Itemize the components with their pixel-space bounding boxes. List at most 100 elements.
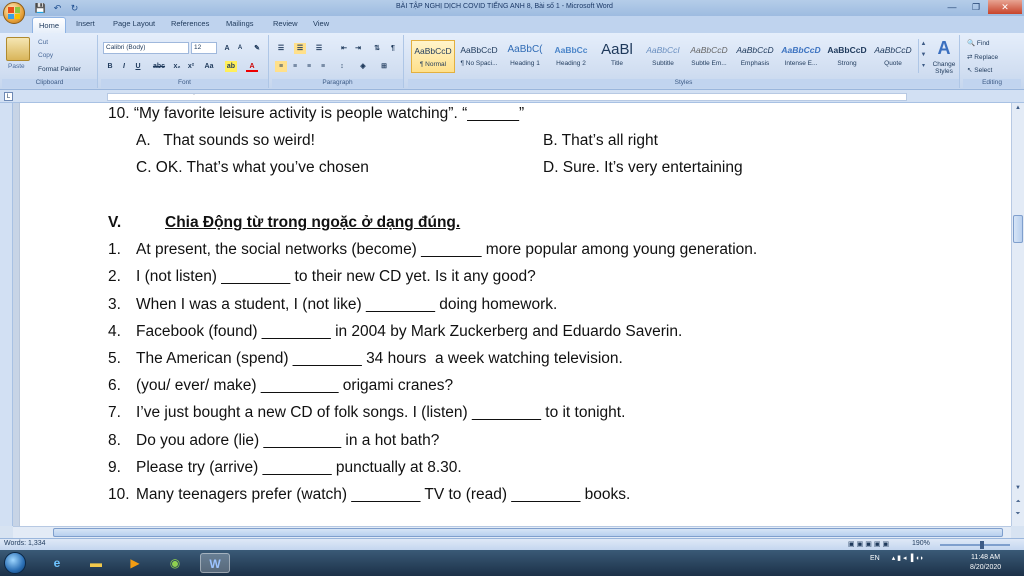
redo-icon[interactable]: ↻ (68, 2, 81, 14)
superscript-icon[interactable]: x² (185, 61, 197, 72)
folder-icon[interactable]: ▬ (81, 553, 111, 573)
item-text: Do you adore (lie) _________ in a hot ba… (136, 432, 440, 449)
tab-references[interactable]: References (171, 19, 209, 28)
undo-icon[interactable]: ↶ (51, 2, 64, 14)
font-name-combo[interactable]: Calibri (Body) (103, 42, 189, 54)
tab-review[interactable]: Review (273, 19, 298, 28)
option-c: C. OK. That’s what you’ve chosen (136, 159, 369, 176)
highlight-icon[interactable]: ab (225, 61, 237, 72)
language-indicator[interactable]: EN (870, 555, 880, 562)
select-button[interactable]: ↖ Select (967, 66, 992, 74)
style-emphasis[interactable]: AaBbCcD Emphasis (733, 40, 777, 73)
change-case-icon[interactable]: Aa (201, 61, 217, 72)
next-page-icon[interactable]: ⏷ (1013, 509, 1023, 520)
scroll-down-icon[interactable]: ▼ (1013, 483, 1023, 494)
vertical-scroll-thumb[interactable] (1013, 215, 1023, 243)
bullets-icon[interactable]: ☰ (275, 43, 287, 54)
previous-page-icon[interactable]: ⏶ (1013, 497, 1023, 508)
item-text: Many teenagers prefer (watch) ________ T… (136, 486, 631, 503)
tab-page-layout[interactable]: Page Layout (113, 19, 155, 28)
underline-icon[interactable]: U (132, 61, 144, 72)
item-text: Please try (arrive) ________ punctually … (136, 459, 462, 476)
style-intense-emphasis[interactable]: AaBbCcD Intense E... (779, 40, 823, 73)
save-icon[interactable]: 💾 (34, 2, 47, 14)
tab-view[interactable]: View (313, 19, 329, 28)
align-right-icon[interactable]: ≡ (303, 61, 315, 72)
format-painter-button[interactable]: Format Painter (38, 66, 81, 73)
style-heading-1[interactable]: AaBbC( Heading 1 (503, 40, 547, 73)
change-styles-button[interactable]: Change Styles (928, 61, 960, 75)
question-10-previous: 10. “My favorite leisure activity is peo… (108, 105, 525, 122)
strikethrough-icon[interactable]: abc (151, 61, 167, 72)
style-normal[interactable]: AaBbCcD ¶ Normal (411, 40, 455, 73)
tab-home[interactable]: Home (32, 17, 67, 33)
close-button[interactable]: ✕ (988, 0, 1022, 14)
tab-insert[interactable]: Insert (76, 19, 95, 28)
horizontal-ruler: L · (0, 90, 1024, 103)
zoom-slider[interactable] (940, 541, 1010, 549)
copy-button[interactable]: Copy (38, 52, 53, 59)
document-page[interactable]: 10. “My favorite leisure activity is peo… (19, 103, 1011, 526)
change-styles-icon[interactable]: A (932, 38, 956, 58)
office-button[interactable] (3, 2, 25, 24)
style-quote[interactable]: AaBbCcD Quote (871, 40, 915, 73)
paste-icon[interactable] (6, 37, 30, 61)
item-number: 5. (108, 350, 121, 367)
replace-button[interactable]: ⇄ Replace (967, 53, 998, 61)
clear-format-icon[interactable]: ✎ (251, 43, 263, 54)
line-spacing-icon[interactable]: ↕ (336, 61, 348, 72)
app-icon[interactable]: ◉ (160, 553, 190, 573)
style-subtitle[interactable]: AaBbCcI Subtitle (641, 40, 685, 73)
style-subtle-emphasis[interactable]: AaBbCcD Subtle Em... (687, 40, 731, 73)
start-button[interactable] (4, 552, 26, 574)
style-heading-2[interactable]: AaBbCc Heading 2 (549, 40, 593, 73)
system-tray: EN ▴ ▮ ◂ ▐ ◖◗ (870, 554, 924, 562)
item-text: (you/ ever/ make) _________ origami cran… (136, 377, 454, 394)
paste-button[interactable]: Paste (8, 63, 25, 70)
justify-icon[interactable]: ≡ (317, 61, 329, 72)
align-left-icon[interactable]: ≡ (275, 61, 287, 72)
decrease-indent-icon[interactable]: ⇤ (338, 43, 350, 54)
scroll-up-icon[interactable]: ▲ (1013, 103, 1023, 114)
view-buttons-icon[interactable]: ▣▣▣▣▣ (848, 540, 891, 548)
editing-group: 🔍 Find ⇄ Replace ↖ Select Editing (963, 35, 1021, 88)
shrink-font-icon[interactable]: A (234, 43, 246, 54)
cut-button[interactable]: Cut (38, 39, 48, 46)
show-formatting-icon[interactable]: ¶ (387, 43, 399, 54)
tab-selector[interactable]: L (4, 92, 13, 101)
font-size-combo[interactable]: 12 (191, 42, 217, 54)
font-color-icon[interactable]: A (246, 61, 258, 72)
horizontal-scrollbar[interactable] (13, 526, 1011, 538)
numbering-icon[interactable]: ☰ (294, 43, 306, 54)
style-no-spacing[interactable]: AaBbCcD ¶ No Spaci... (457, 40, 501, 73)
sort-icon[interactable]: ⇅ (371, 43, 383, 54)
restore-button[interactable]: ❐ (964, 0, 988, 14)
taskbar: e ▬ ▶ ◉ W EN ▴ ▮ ◂ ▐ ◖◗ 11:48 AM 8/20/20… (0, 550, 1024, 576)
subscript-icon[interactable]: x₂ (171, 61, 183, 72)
style-strong[interactable]: AaBbCcD Strong (825, 40, 869, 73)
align-center-icon[interactable]: ≡ (289, 61, 301, 72)
tab-mailings[interactable]: Mailings (226, 19, 254, 28)
style-title[interactable]: AaBl Title (595, 40, 639, 73)
tray-icons[interactable]: ▴ ▮ ◂ ▐ ◖◗ (892, 555, 924, 562)
find-button[interactable]: 🔍 Find (967, 39, 990, 47)
word-count[interactable]: Words: 1,334 (4, 540, 46, 547)
multilevel-list-icon[interactable]: ☰ (313, 43, 325, 54)
grow-font-icon[interactable]: A (221, 43, 233, 54)
ribbon: Paste Cut Copy Format Painter Clipboard … (0, 33, 1024, 90)
zoom-level[interactable]: 190% (912, 540, 930, 547)
bold-icon[interactable]: B (104, 61, 116, 72)
increase-indent-icon[interactable]: ⇥ (352, 43, 364, 54)
borders-icon[interactable]: ⊞ (378, 61, 390, 72)
minimize-button[interactable]: — (940, 0, 964, 14)
shading-icon[interactable]: ◈ (357, 61, 369, 72)
italic-icon[interactable]: I (118, 61, 130, 72)
horizontal-scroll-thumb[interactable] (53, 528, 1003, 537)
styles-group: AaBbCcD ¶ Normal AaBbCcD ¶ No Spaci... A… (408, 35, 960, 88)
media-player-icon[interactable]: ▶ (120, 553, 150, 573)
styles-scroll-icon[interactable]: ▲ ▼ ▾ (918, 39, 928, 73)
word-taskbar-icon[interactable]: W (200, 553, 230, 573)
internet-explorer-icon[interactable]: e (42, 553, 72, 573)
vertical-scrollbar[interactable]: ▲ ▼ ⏶ ⏷ (1011, 103, 1024, 526)
clock[interactable]: 11:48 AM 8/20/2020 (970, 553, 1001, 573)
